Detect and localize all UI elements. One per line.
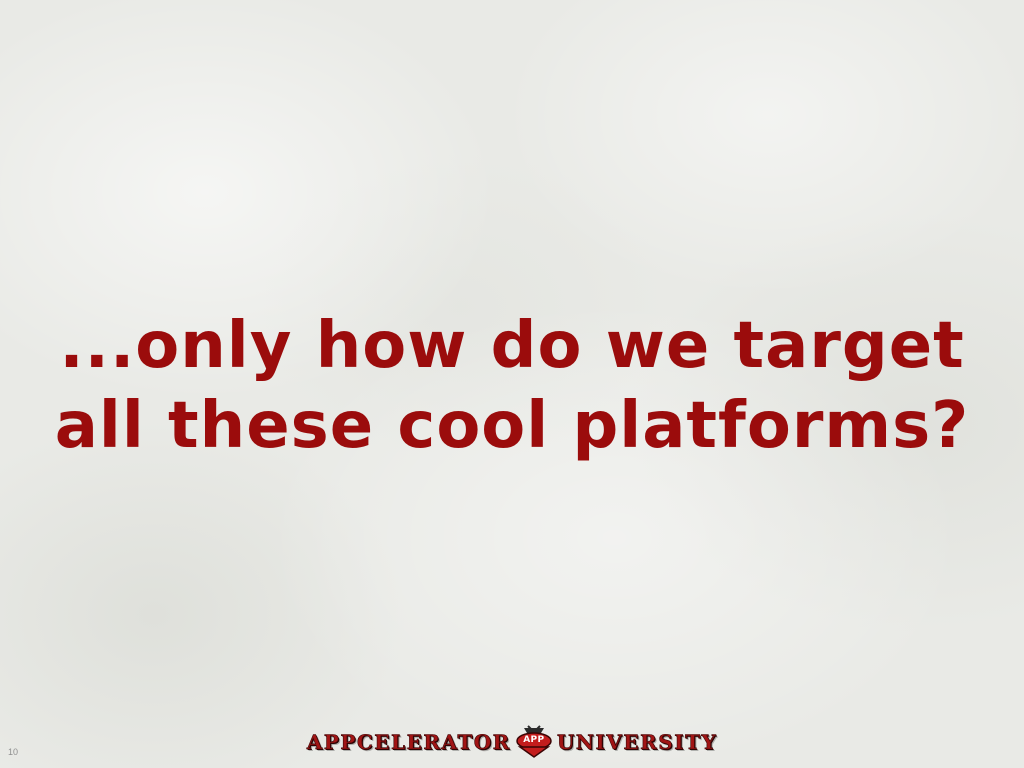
headline-line-1: ...only how do we target [59, 309, 965, 383]
headline-line-2: all these cool platforms? [54, 389, 970, 463]
app-badge-label: APP [523, 735, 545, 745]
logo-word-university: UNIVERSITY [556, 730, 718, 755]
logo-word-appcelerator: APPCELERATOR [306, 730, 511, 755]
slide-headline: ...only how do we target all these cool … [0, 306, 1024, 466]
appcelerator-university-logo: APPCELERATOR APP UNIVERSITY [304, 724, 720, 760]
app-badge-icon: APP [514, 724, 554, 760]
slide-number: 10 [8, 747, 19, 757]
slide: ...only how do we target all these cool … [0, 0, 1024, 768]
